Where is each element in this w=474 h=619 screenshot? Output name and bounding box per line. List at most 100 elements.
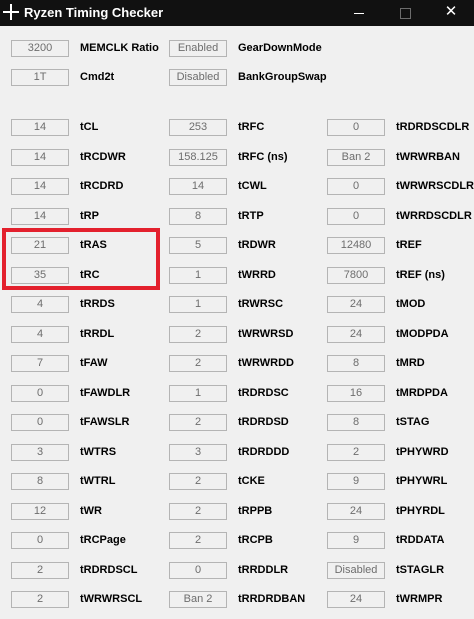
timing-label: tREF (ns) [396, 268, 445, 281]
timing-value-field[interactable]: 8 [327, 414, 385, 431]
timing-label: tWRWRSCDLR [396, 180, 474, 192]
timing-value-field[interactable]: 0 [327, 207, 385, 225]
minimize-button[interactable] [336, 0, 382, 26]
timing-label: tWTRL [80, 475, 116, 487]
timing-value-field[interactable]: 253 [169, 119, 227, 136]
timing-value-field[interactable]: 21 [11, 237, 69, 254]
timing-value-field[interactable]: 2 [169, 355, 227, 372]
timing-label: tRRDS [80, 298, 115, 310]
timing-value-field[interactable]: 2 [11, 591, 69, 608]
timing-label: tRFC [238, 121, 265, 133]
timing-value-field[interactable]: 24 [327, 591, 385, 608]
timing-label: tRAS [80, 239, 107, 251]
timing-row: 14 tCL 253 tRFC 0 tRDRDSCDLR [0, 116, 474, 138]
timing-label: tSTAGLR [396, 563, 445, 576]
timing-label: tWRWRBAN [396, 150, 460, 163]
timing-label: tRC [80, 268, 100, 281]
timing-label: tPHYWRD [396, 445, 449, 458]
timing-label: tRDRDSC [238, 386, 289, 399]
timing-label: tCKE [238, 475, 265, 487]
geardownmode-field[interactable]: Enabled [169, 40, 227, 57]
timing-label: tRDRDSCL [80, 563, 138, 576]
timing-value-field[interactable]: 24 [327, 296, 385, 313]
cmd2t-field[interactable]: 1T [11, 69, 69, 86]
timing-value-field[interactable]: 9 [327, 532, 385, 549]
timing-value-field[interactable]: 8 [169, 207, 227, 225]
timing-value-field[interactable]: Disabled [327, 561, 385, 579]
timing-row: 14 tRP 8 tRTP 0 tWRRDSCDLR [0, 205, 474, 227]
bankgroupswap-field[interactable]: Disabled [169, 69, 227, 86]
timing-row: 2 tRDRDSCL 0 tRRDDLR Disabled tSTAGLR [0, 559, 474, 581]
title-bar: Ryzen Timing Checker ✕ [0, 0, 474, 26]
settings-row: 3200 MEMCLK Ratio Enabled GearDownMode [0, 37, 474, 59]
timing-label: tRRDDLR [238, 563, 289, 576]
timing-value-field[interactable]: Ban 2 [327, 148, 385, 166]
timing-value-field[interactable]: 2 [169, 473, 227, 490]
timing-value-field[interactable]: 1 [169, 296, 227, 313]
timing-value-field[interactable]: 3 [169, 443, 227, 461]
timing-value-field[interactable]: 14 [169, 178, 227, 195]
timing-row: 14 tRCDRD 14 tCWL 0 tWRWRSCDLR [0, 175, 474, 197]
maximize-button[interactable] [382, 0, 428, 26]
timing-value-field[interactable]: 14 [11, 178, 69, 195]
timing-value-field[interactable]: 5 [169, 237, 227, 254]
timing-label: tMRDPDA [396, 386, 448, 399]
timing-value-field[interactable]: 8 [11, 473, 69, 490]
timing-value-field[interactable]: 0 [11, 532, 69, 549]
timing-row: 0 tFAWDLR 1 tRDRDSC 16 tMRDPDA [0, 382, 474, 404]
timing-value-field[interactable]: 2 [169, 325, 227, 343]
timing-label: tRDDATA [396, 534, 445, 546]
timing-label: tRDRDDD [238, 445, 290, 458]
timing-value-field[interactable]: 7800 [327, 266, 385, 284]
timing-value-field[interactable]: 9 [327, 473, 385, 490]
geardownmode-label: GearDownMode [238, 42, 322, 54]
timing-label: tWRWRSD [238, 327, 294, 340]
timing-value-field[interactable]: 2 [327, 443, 385, 461]
timing-value-field[interactable]: 1 [169, 266, 227, 284]
timing-value-field[interactable]: 12480 [327, 237, 385, 254]
timing-value-field[interactable]: 0 [11, 414, 69, 431]
cmd2t-label: Cmd2t [80, 71, 115, 83]
timing-label: tRP [80, 209, 99, 222]
timing-label: tWRMPR [396, 593, 443, 605]
timing-value-field[interactable]: 4 [11, 296, 69, 313]
timing-value-field[interactable]: 1 [169, 384, 227, 402]
timing-value-field[interactable]: 24 [327, 502, 385, 520]
minimize-icon [354, 13, 364, 14]
timing-label: tWR [80, 504, 102, 517]
timing-value-field[interactable]: 0 [11, 384, 69, 402]
timing-label: tFAWSLR [80, 416, 130, 428]
timing-value-field[interactable]: 14 [11, 119, 69, 136]
timing-value-field[interactable]: 35 [11, 266, 69, 284]
timing-label: tRFC (ns) [238, 150, 288, 163]
timing-row: 4 tRRDS 1 tRWRSC 24 tMOD [0, 293, 474, 315]
timing-value-field[interactable]: 3 [11, 443, 69, 461]
timing-label: tRPPB [238, 504, 273, 517]
timing-value-field[interactable]: 14 [11, 207, 69, 225]
timing-value-field[interactable]: 0 [327, 119, 385, 136]
timing-row: 21 tRAS 5 tRDWR 12480 tREF [0, 234, 474, 256]
timing-value-field[interactable]: 24 [327, 325, 385, 343]
timing-value-field[interactable]: 12 [11, 502, 69, 520]
timing-value-field[interactable]: 2 [169, 502, 227, 520]
timing-label: tCWL [238, 180, 267, 192]
close-button[interactable]: ✕ [428, 0, 474, 26]
timing-value-field[interactable]: 8 [327, 355, 385, 372]
timing-label: tRRDL [80, 327, 115, 340]
timing-row: 7 tFAW 2 tWRWRDD 8 tMRD [0, 352, 474, 374]
timing-value-field[interactable]: 0 [169, 561, 227, 579]
timing-value-field[interactable]: 0 [327, 178, 385, 195]
timing-label: tCL [80, 121, 99, 133]
timing-value-field[interactable]: 16 [327, 384, 385, 402]
timing-value-field[interactable]: 7 [11, 355, 69, 372]
timing-value-field[interactable]: 4 [11, 325, 69, 343]
timing-value-field[interactable]: 2 [169, 414, 227, 431]
window-title: Ryzen Timing Checker [24, 5, 164, 20]
timing-value-field[interactable]: 2 [169, 532, 227, 549]
timing-value-field[interactable]: 2 [11, 561, 69, 579]
timing-value-field[interactable]: Ban 2 [169, 591, 227, 608]
timing-value-field[interactable]: 158.125 [169, 148, 227, 166]
timing-value-field[interactable]: 14 [11, 148, 69, 166]
memclk-ratio-field[interactable]: 3200 [11, 40, 69, 57]
timing-row: 12 tWR 2 tRPPB 24 tPHYRDL [0, 500, 474, 522]
